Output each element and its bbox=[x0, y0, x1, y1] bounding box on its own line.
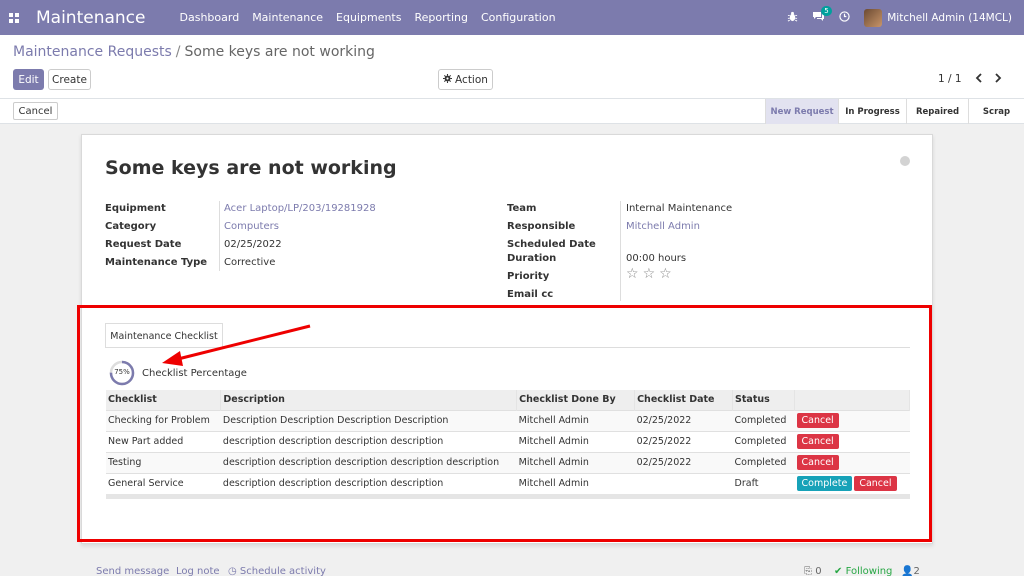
action-label: Action bbox=[455, 73, 488, 86]
stage-in-progress[interactable]: In Progress bbox=[838, 99, 906, 124]
kanban-state-indicator[interactable] bbox=[900, 156, 910, 166]
followers-button[interactable]: 👤2 bbox=[901, 566, 920, 576]
action-button[interactable]: Action bbox=[438, 69, 493, 90]
activity-clock-icon[interactable] bbox=[839, 10, 850, 25]
send-message-button[interactable]: Send message bbox=[96, 566, 169, 576]
breadcrumb-current: Some keys are not working bbox=[184, 44, 375, 60]
clock-icon: ◷ bbox=[228, 566, 237, 576]
top-navbar: Maintenance Dashboard Maintenance Equipm… bbox=[0, 0, 1024, 35]
star-icon[interactable]: ☆ bbox=[659, 266, 672, 282]
pager-previous-icon[interactable] bbox=[975, 72, 983, 86]
chat-badge: 5 bbox=[821, 5, 832, 16]
attachments-button[interactable]: ⎘ 0 bbox=[804, 566, 822, 576]
breadcrumb-separator: / bbox=[175, 44, 181, 60]
chat-icon[interactable]: 5 bbox=[812, 5, 832, 25]
chatter-topbar: Send message Log note ◷ Schedule activit… bbox=[0, 562, 1024, 576]
request-date-field[interactable]: 02/25/2022 bbox=[224, 239, 282, 250]
followers-count: 2 bbox=[913, 566, 920, 576]
control-panel: Maintenance Requests / Some keys are not w… bbox=[0, 35, 1024, 99]
maintenance-type-field[interactable]: Corrective bbox=[224, 257, 275, 268]
equipment-label: Equipment bbox=[105, 203, 166, 214]
menu-item-dashboard[interactable]: Dashboard bbox=[173, 11, 246, 24]
navbar-systray: 5 Mitchell Admin (14MCL) bbox=[787, 0, 1024, 35]
edit-button[interactable]: Edit bbox=[13, 69, 44, 90]
user-avatar[interactable] bbox=[864, 8, 883, 27]
request-date-label: Request Date bbox=[105, 239, 182, 250]
star-icon[interactable]: ☆ bbox=[626, 266, 639, 282]
left-group-divider bbox=[219, 201, 220, 271]
gear-icon bbox=[443, 73, 453, 86]
breadcrumb: Maintenance Requests / Some keys are not w… bbox=[13, 44, 375, 60]
schedule-activity-label: Schedule activity bbox=[239, 566, 326, 576]
menu-item-equipments[interactable]: Equipments bbox=[330, 11, 408, 24]
menu-item-configuration[interactable]: Configuration bbox=[474, 11, 562, 24]
create-button[interactable]: Create bbox=[48, 69, 91, 90]
category-label: Category bbox=[105, 221, 157, 232]
log-note-button[interactable]: Log note bbox=[176, 566, 220, 576]
stage-selector: New Request In Progress Repaired Scrap bbox=[765, 99, 1024, 124]
following-button[interactable]: ✔ Following bbox=[834, 566, 892, 576]
breadcrumb-parent[interactable]: Maintenance Requests bbox=[13, 44, 172, 60]
main-menu: Dashboard Maintenance Equipments Reporti… bbox=[173, 11, 562, 24]
user-icon: 👤 bbox=[901, 566, 914, 576]
app-brand[interactable]: Maintenance bbox=[28, 8, 173, 28]
stage-repaired[interactable]: Repaired bbox=[906, 99, 968, 124]
email-cc-label: Email cc bbox=[507, 289, 554, 300]
attachments-count: 0 bbox=[815, 566, 822, 576]
annotation-highlight-box bbox=[77, 305, 932, 542]
paperclip-icon: ⎘ bbox=[804, 566, 812, 576]
schedule-activity-button[interactable]: ◷ Schedule activity bbox=[228, 566, 326, 576]
priority-label: Priority bbox=[507, 271, 550, 282]
category-field[interactable]: Computers bbox=[224, 221, 279, 232]
team-field[interactable]: Internal Maintenance bbox=[626, 203, 732, 214]
pager-value[interactable]: 1 / 1 bbox=[938, 73, 962, 85]
duration-field[interactable]: 00:00 hours bbox=[626, 253, 686, 264]
bug-icon[interactable] bbox=[787, 11, 798, 25]
user-menu[interactable]: Mitchell Admin (14MCL) bbox=[887, 12, 1012, 24]
form-statusbar: Cancel New Request In Progress Repaired … bbox=[0, 99, 1024, 124]
menu-item-reporting[interactable]: Reporting bbox=[408, 11, 474, 24]
scheduled-date-label: Scheduled Date bbox=[507, 239, 596, 250]
check-icon: ✔ bbox=[834, 566, 843, 576]
pager-next-icon[interactable] bbox=[994, 72, 1002, 86]
cancel-request-button[interactable]: Cancel bbox=[13, 102, 58, 120]
equipment-field[interactable]: Acer Laptop/LP/203/19281928 bbox=[224, 203, 376, 214]
apps-menu-icon[interactable] bbox=[0, 0, 28, 35]
responsible-label: Responsible bbox=[507, 221, 576, 232]
record-title: Some keys are not working bbox=[105, 157, 397, 179]
maintenance-type-label: Maintenance Type bbox=[105, 257, 208, 268]
following-label: Following bbox=[845, 566, 893, 576]
duration-label: Duration bbox=[507, 253, 557, 264]
stage-new-request[interactable]: New Request bbox=[765, 99, 838, 124]
stage-scrap[interactable]: Scrap bbox=[968, 99, 1024, 124]
menu-item-maintenance[interactable]: Maintenance bbox=[246, 11, 330, 24]
team-label: Team bbox=[507, 203, 537, 214]
star-icon[interactable]: ☆ bbox=[643, 266, 656, 282]
priority-stars: ☆ ☆ ☆ bbox=[626, 266, 672, 282]
responsible-field[interactable]: Mitchell Admin bbox=[626, 221, 700, 232]
right-group-divider bbox=[620, 201, 621, 301]
